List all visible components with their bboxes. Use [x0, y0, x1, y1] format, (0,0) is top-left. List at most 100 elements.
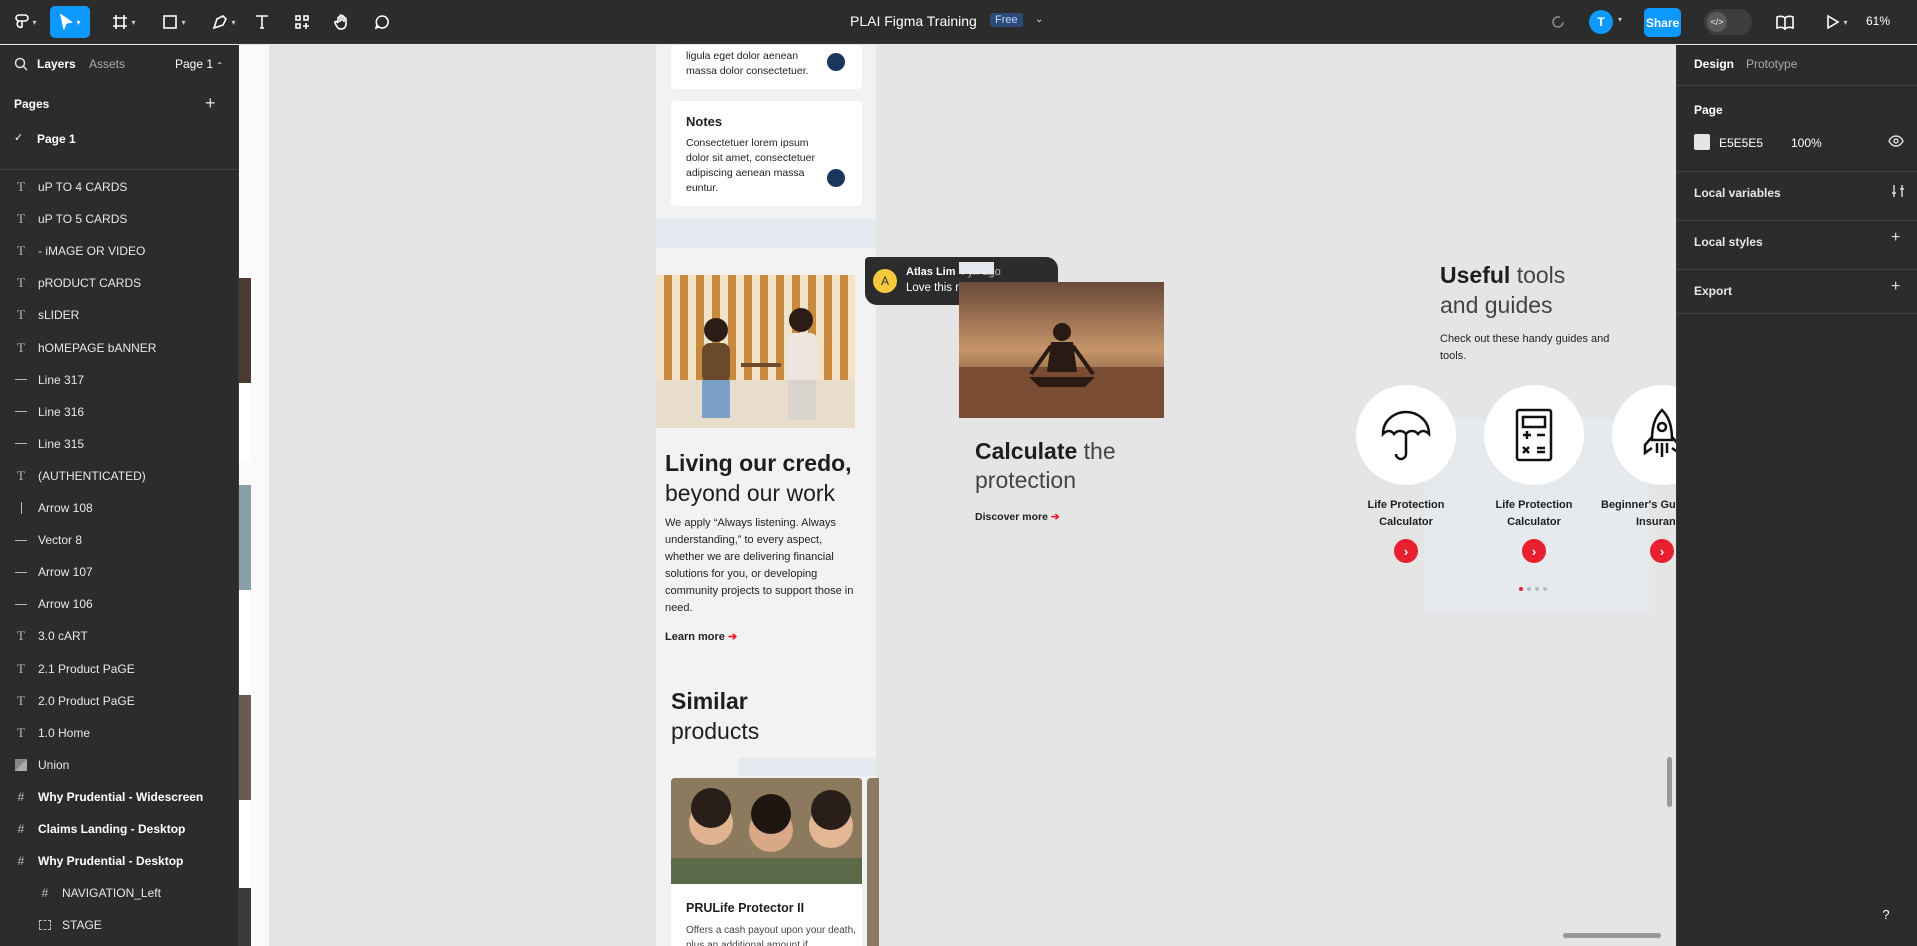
background-color-swatch[interactable] — [1694, 134, 1710, 150]
canvas[interactable]: ligula eget dolor aenean massa dolor con… — [239, 45, 1676, 946]
layer-item[interactable]: T 1.0 Home — [0, 717, 238, 749]
layer-item[interactable]: T - iMAGE OR VIDEO — [0, 235, 238, 267]
carousel-dot[interactable] — [1535, 587, 1539, 591]
layer-item[interactable]: # Claims Landing - Desktop — [0, 813, 238, 845]
eye-icon[interactable] — [1888, 134, 1904, 148]
meditation-photo[interactable] — [959, 282, 1164, 418]
calc-heading-light: the — [1083, 438, 1116, 464]
comment-tool-button[interactable] — [370, 6, 394, 38]
tab-layers[interactable]: Layers — [37, 57, 76, 71]
horizontal-scrollbar[interactable] — [1563, 933, 1661, 938]
add-export-icon[interactable]: + — [1891, 278, 1900, 296]
discover-more-link[interactable]: Discover more ➔ — [975, 511, 1060, 523]
layer-item[interactable]: T (AUTHENTICATED) — [0, 460, 238, 492]
layer-item-label: (AUTHENTICATED) — [38, 468, 146, 483]
background-hex-input[interactable]: E5E5E5 — [1719, 136, 1763, 150]
layer-item[interactable]: T 2.1 Product PaGE — [0, 653, 238, 685]
calc-heading-line2: protection — [975, 467, 1077, 493]
background-opacity-input[interactable]: 100% — [1791, 136, 1822, 150]
chevron-down-icon[interactable]: ⌄ — [1035, 14, 1043, 25]
variables-icon[interactable] — [1890, 183, 1906, 199]
page-select[interactable]: Page 1 ⌃ — [175, 57, 223, 71]
layer-item[interactable]: Arrow 106 — [0, 588, 238, 620]
sync-status-button[interactable] — [1548, 6, 1568, 38]
layer-item[interactable]: Union — [0, 749, 238, 781]
tool-card-umbrella[interactable] — [1356, 385, 1456, 485]
credo-photo[interactable] — [656, 275, 855, 428]
layer-item[interactable]: Arrow 107 — [0, 556, 238, 588]
resources-button[interactable] — [290, 6, 314, 38]
product-card-partial[interactable] — [867, 778, 879, 946]
layer-item[interactable]: TpRODUCT CARDS — [0, 267, 238, 299]
layer-item[interactable]: TuP TO 4 CARDS — [0, 171, 238, 203]
layer-item[interactable]: # NAVIGATION_Left — [0, 877, 238, 909]
partial-image — [239, 888, 251, 946]
pen-tool-button[interactable]: ▾ — [204, 6, 244, 38]
tab-assets[interactable]: Assets — [89, 57, 125, 71]
layer-item[interactable]: TuP TO 5 CARDS — [0, 203, 238, 235]
share-button[interactable]: Share — [1644, 8, 1681, 37]
layer-item-label: pRODUCT CARDS — [38, 276, 142, 291]
present-button[interactable]: ▾ — [1820, 6, 1854, 38]
tool-card-calculator[interactable] — [1484, 385, 1584, 485]
layer-item[interactable]: Line 316 — [0, 396, 238, 428]
info-card[interactable]: ligula eget dolor aenean massa dolor con… — [671, 45, 862, 89]
layer-item-label: STAGE — [62, 918, 102, 933]
notes-card[interactable]: Notes Consectetuer lorem ipsum dolor sit… — [671, 101, 862, 206]
move-tool-button[interactable]: ▾ — [50, 6, 90, 38]
vertical-scrollbar[interactable] — [1667, 757, 1672, 807]
layer-item[interactable]: ThOMEPAGE bANNER — [0, 332, 238, 364]
carousel-dot[interactable] — [1543, 587, 1547, 591]
tab-prototype[interactable]: Prototype — [1746, 57, 1797, 71]
arrow-right-icon[interactable]: › — [1650, 539, 1674, 563]
add-style-icon[interactable]: + — [1891, 229, 1900, 247]
arrow-right-icon: ➔ — [727, 631, 738, 643]
carousel-dots[interactable] — [1519, 587, 1547, 591]
resources-icon — [295, 15, 309, 29]
frame-layer-icon: # — [41, 886, 49, 901]
frame-tool-button[interactable]: ▾ — [104, 6, 144, 38]
page-item[interactable]: ✓ Page 1 — [0, 127, 238, 151]
hand-tool-button[interactable] — [330, 6, 354, 38]
export-section[interactable]: Export — [1694, 284, 1732, 298]
arrow-right-icon[interactable]: › — [1394, 539, 1418, 563]
layer-item[interactable]: Arrow 108 — [0, 492, 238, 524]
avatar[interactable]: T — [1589, 10, 1613, 34]
shape-tool-button[interactable]: ▾ — [154, 6, 194, 38]
layer-item[interactable]: TsLIDER — [0, 299, 238, 331]
file-title[interactable]: PLAI Figma Training — [850, 13, 977, 29]
search-icon[interactable] — [14, 57, 28, 71]
layer-item-label: Line 316 — [38, 404, 85, 419]
text-tool-button[interactable] — [250, 6, 274, 38]
layer-item[interactable]: STAGE — [0, 909, 238, 941]
product-desc: Offers a cash payout upon your death, pl… — [686, 925, 856, 946]
layer-item[interactable]: Line 315 — [0, 428, 238, 460]
layer-item[interactable]: T 3.0 cART — [0, 620, 238, 652]
frame-tool-icon — [113, 15, 128, 29]
tab-design[interactable]: Design — [1694, 57, 1734, 71]
arrow-right-icon[interactable]: › — [1522, 539, 1546, 563]
library-button[interactable] — [1774, 6, 1796, 38]
chevron-down-icon[interactable]: ▾ — [1618, 15, 1622, 24]
learn-more-link[interactable]: Learn more ➔ — [665, 630, 737, 643]
similar-heading-light: products — [671, 718, 760, 744]
carousel-dot-active[interactable] — [1519, 587, 1523, 591]
product-card[interactable]: PRULife Protector II Offers a cash payou… — [671, 778, 862, 946]
local-variables-section[interactable]: Local variables — [1694, 186, 1781, 200]
layer-item[interactable]: # Why Prudential - Widescreen — [0, 781, 238, 813]
layer-item[interactable]: Vector 8 — [0, 524, 238, 556]
zoom-level[interactable]: 61% — [1866, 14, 1890, 28]
dev-mode-toggle[interactable]: </> — [1704, 9, 1752, 35]
add-page-icon[interactable]: + — [205, 93, 216, 114]
help-icon[interactable]: ? — [1872, 900, 1900, 928]
carousel-dot[interactable] — [1527, 587, 1531, 591]
figma-menu-button[interactable]: ▾ — [8, 6, 44, 38]
layer-item-label: sLIDER — [38, 308, 80, 323]
frame-layer-icon: # — [17, 822, 25, 836]
local-styles-section[interactable]: Local styles — [1694, 235, 1763, 249]
divider — [1677, 220, 1917, 221]
checkmark-icon: ✓ — [14, 132, 24, 144]
layer-item[interactable]: # Why Prudential - Desktop — [0, 845, 238, 877]
layer-item[interactable]: T 2.0 Product PaGE — [0, 685, 238, 717]
layer-item[interactable]: Line 317 — [0, 364, 238, 396]
